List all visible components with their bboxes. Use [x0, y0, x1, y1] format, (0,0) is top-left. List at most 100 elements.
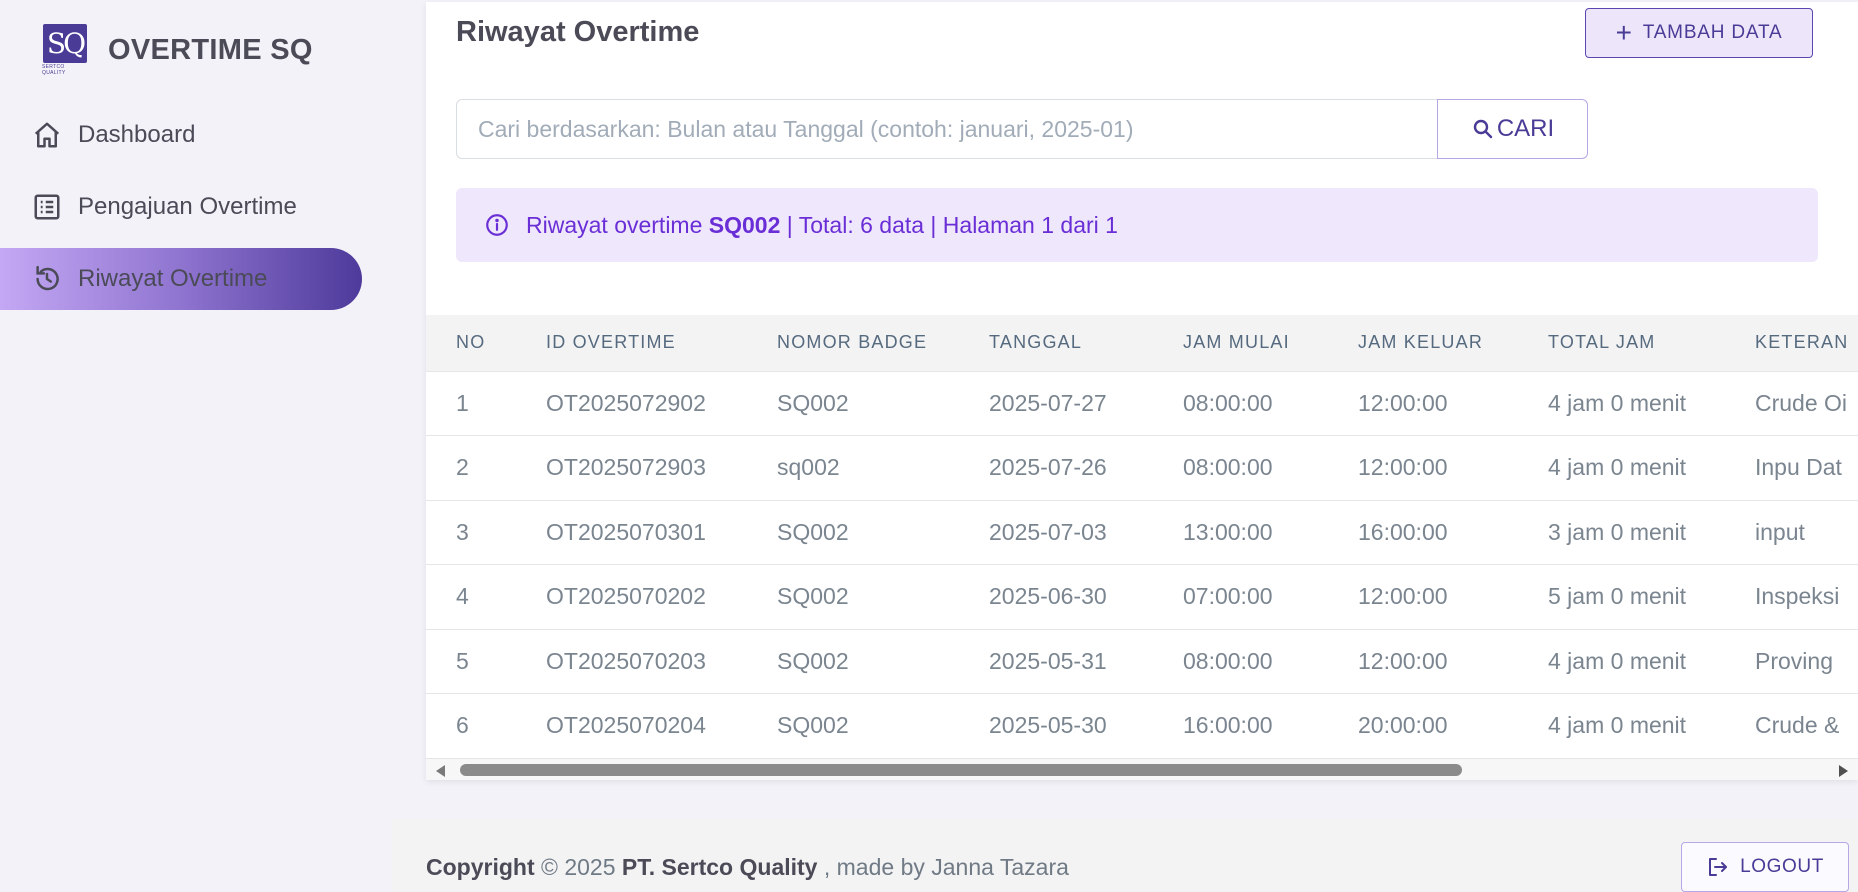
cell-total-jam: 4 jam 0 menit [1548, 693, 1755, 759]
made-by: , made by Janna Tazara [823, 854, 1069, 880]
add-data-label: TAMBAH DATA [1642, 22, 1783, 43]
cell-jam-mulai: 16:00:00 [1183, 693, 1358, 759]
footer-copyright: Copyright © 2025 PT. Sertco Quality , ma… [426, 854, 1069, 881]
sidebar-menu: Dashboard Pengajuan Overtime Riwayat Ove… [0, 104, 392, 320]
cell-keterangan: Inpu Dat [1755, 435, 1858, 500]
table-row[interactable]: 3 OT2025070301 SQ002 2025-07-03 13:00:00… [426, 499, 1858, 565]
cell-nomor-badge: SQ002 [777, 564, 989, 629]
history-card: Riwayat Overtime + TAMBAH DATA CARI Riwa… [426, 2, 1858, 780]
brand-name: OVERTIME SQ [108, 33, 313, 66]
column-header: TOTAL JAM [1548, 332, 1656, 353]
copyright-year: © 2025 [541, 854, 616, 880]
cell-jam-keluar: 12:00:00 [1358, 564, 1548, 629]
cell-tanggal: 2025-07-26 [989, 435, 1183, 500]
cell-id-overtime: OT2025070301 [546, 499, 777, 565]
cell-nomor-badge: SQ002 [777, 499, 989, 565]
cell-no: 1 [456, 370, 546, 436]
column-header: ID OVERTIME [546, 332, 676, 353]
cell-jam-keluar: 16:00:00 [1358, 499, 1548, 565]
table-container[interactable]: NO ID OVERTIME NOMOR BADGE TANGGAL JAM M… [426, 315, 1858, 759]
info-icon [486, 214, 508, 236]
sidebar-item-pengajuan-overtime[interactable]: Pengajuan Overtime [0, 176, 362, 238]
history-icon [36, 265, 59, 291]
brand[interactable]: SQ SERTCO QUALITY OVERTIME SQ [42, 24, 313, 76]
cell-keterangan: Crude & [1755, 693, 1858, 759]
cell-nomor-badge: SQ002 [777, 370, 989, 436]
cell-total-jam: 3 jam 0 menit [1548, 499, 1755, 565]
table-row[interactable]: 5 OT2025070203 SQ002 2025-05-31 08:00:00… [426, 628, 1858, 694]
sidebar: SQ SERTCO QUALITY OVERTIME SQ Dashboard … [0, 0, 392, 892]
cell-tanggal: 2025-07-27 [989, 370, 1183, 436]
table-row[interactable]: 6 OT2025070204 SQ002 2025-05-30 16:00:00… [426, 693, 1858, 759]
sidebar-item-label: Dashboard [78, 121, 196, 148]
cell-jam-keluar: 12:00:00 [1358, 370, 1548, 436]
copyright-word: Copyright [426, 854, 535, 880]
alert-suffix: | Total: 6 data | Halaman 1 dari 1 [780, 211, 1118, 238]
home-icon [34, 122, 60, 148]
cell-nomor-badge: SQ002 [777, 628, 989, 694]
cell-no: 2 [456, 435, 546, 500]
sidebar-item-label: Pengajuan Overtime [78, 193, 297, 220]
column-header: NO [456, 332, 486, 353]
table-row[interactable]: 2 OT2025072903 sq002 2025-07-26 08:00:00… [426, 435, 1858, 500]
brand-logo-subtext: SERTCO QUALITY [42, 64, 66, 76]
horizontal-scrollbar[interactable] [426, 759, 1858, 780]
cell-keterangan: Inspeksi [1755, 564, 1858, 629]
sidebar-item-dashboard[interactable]: Dashboard [0, 104, 362, 166]
list-icon [34, 194, 60, 220]
cell-total-jam: 4 jam 0 menit [1548, 628, 1755, 694]
cell-jam-mulai: 07:00:00 [1183, 564, 1358, 629]
scroll-left-icon[interactable] [436, 765, 445, 777]
cell-no: 4 [456, 564, 546, 629]
sidebar-item-riwayat-overtime[interactable]: Riwayat Overtime [0, 248, 362, 310]
alert-text: Riwayat overtime SQ002 | Total: 6 data |… [526, 212, 1118, 239]
cell-id-overtime: OT2025070202 [546, 564, 777, 629]
cell-nomor-badge: SQ002 [777, 693, 989, 759]
column-header: JAM MULAI [1183, 332, 1290, 353]
brand-logo-mark: SQ [43, 24, 87, 63]
alert-prefix: Riwayat overtime [526, 211, 709, 238]
add-data-button[interactable]: + TAMBAH DATA [1585, 8, 1813, 58]
column-header: KETERAN [1755, 332, 1849, 353]
cell-no: 6 [456, 693, 546, 759]
info-alert: Riwayat overtime SQ002 | Total: 6 data |… [456, 188, 1818, 262]
sidebar-item-label: Riwayat Overtime [78, 265, 268, 292]
cell-jam-mulai: 08:00:00 [1183, 370, 1358, 436]
cell-tanggal: 2025-07-03 [989, 499, 1183, 565]
column-header: TANGGAL [989, 332, 1083, 353]
cell-jam-mulai: 08:00:00 [1183, 435, 1358, 500]
cell-total-jam: 4 jam 0 menit [1548, 435, 1755, 500]
cell-nomor-badge: sq002 [777, 435, 989, 500]
search-button[interactable]: CARI [1437, 99, 1588, 159]
cell-jam-keluar: 12:00:00 [1358, 628, 1548, 694]
cell-keterangan: Crude Oi [1755, 370, 1858, 436]
scroll-right-icon[interactable] [1839, 765, 1848, 777]
logout-button[interactable]: LOGOUT [1681, 842, 1849, 892]
cell-total-jam: 5 jam 0 menit [1548, 564, 1755, 629]
cell-tanggal: 2025-06-30 [989, 564, 1183, 629]
cell-id-overtime: OT2025070203 [546, 628, 777, 694]
brand-logo: SQ SERTCO QUALITY [42, 24, 88, 76]
scrollbar-thumb[interactable] [460, 764, 1462, 776]
logout-icon [1709, 858, 1728, 876]
table-header-row: NO ID OVERTIME NOMOR BADGE TANGGAL JAM M… [426, 315, 1858, 371]
column-header: JAM KELUAR [1358, 332, 1484, 353]
cell-jam-keluar: 20:00:00 [1358, 693, 1548, 759]
overtime-table: NO ID OVERTIME NOMOR BADGE TANGGAL JAM M… [426, 315, 1858, 759]
cell-keterangan: Proving [1755, 628, 1858, 694]
logout-label: LOGOUT [1740, 856, 1824, 877]
table-row[interactable]: 1 OT2025072902 SQ002 2025-07-27 08:00:00… [426, 370, 1858, 436]
plus-icon: + [1615, 17, 1633, 48]
cell-jam-keluar: 12:00:00 [1358, 435, 1548, 500]
search-input[interactable] [456, 99, 1439, 159]
table-row[interactable]: 4 OT2025070202 SQ002 2025-06-30 07:00:00… [426, 564, 1858, 629]
cell-jam-mulai: 13:00:00 [1183, 499, 1358, 565]
column-header: NOMOR BADGE [777, 332, 928, 353]
cell-no: 3 [456, 499, 546, 565]
cell-tanggal: 2025-05-30 [989, 693, 1183, 759]
cell-keterangan: input [1755, 499, 1858, 565]
page-title: Riwayat Overtime [456, 16, 700, 48]
cell-jam-mulai: 08:00:00 [1183, 628, 1358, 694]
company-name: PT. Sertco Quality [621, 854, 818, 880]
cell-id-overtime: OT2025072902 [546, 370, 777, 436]
